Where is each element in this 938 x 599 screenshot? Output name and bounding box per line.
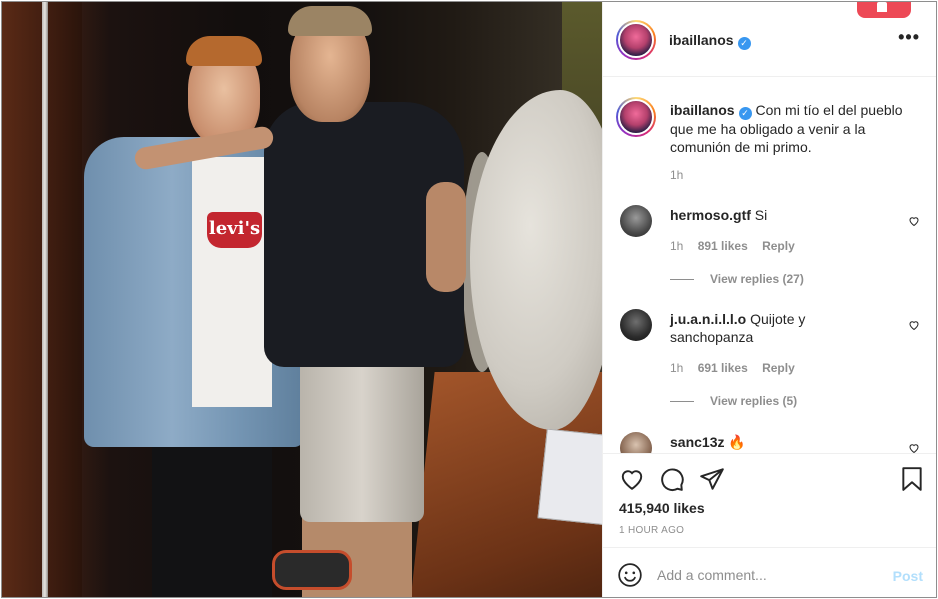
author-username-row[interactable]: ibaillanos ✓ xyxy=(669,32,751,50)
author-avatar[interactable] xyxy=(616,20,656,60)
post-modal: levi's ibaillanos ✓ ••• ibaillanos ✓ Con… xyxy=(1,1,937,598)
person-left-hair xyxy=(186,36,262,66)
comment-input[interactable] xyxy=(657,563,877,587)
replies-divider xyxy=(670,279,694,281)
commenter-avatar[interactable] xyxy=(620,432,652,453)
more-icon[interactable]: ••• xyxy=(898,27,920,48)
photo-door-frame xyxy=(42,2,48,597)
comment-body: j.u.a.n.i.l.l.o Quijote y sanchopanza xyxy=(670,310,890,346)
reply-button[interactable]: Reply xyxy=(762,239,795,253)
emoji-icon[interactable] xyxy=(617,562,643,588)
comment-meta: 1h 691 likes Reply xyxy=(670,361,806,375)
comment-username[interactable]: hermoso.gtf xyxy=(670,207,751,223)
caption-username[interactable]: ibaillanos xyxy=(670,102,735,118)
post-button[interactable]: Post xyxy=(893,568,923,584)
person-right-shoe xyxy=(272,550,352,590)
person-right-arm xyxy=(426,182,466,292)
post-timestamp[interactable]: 1 HOUR AGO xyxy=(619,525,684,536)
heart-icon[interactable] xyxy=(619,466,645,492)
comment-text: Si xyxy=(754,207,768,223)
view-replies-label: View replies (27) xyxy=(710,272,804,286)
heart-icon[interactable] xyxy=(908,319,920,331)
view-replies-button[interactable]: View replies (27) xyxy=(670,272,804,286)
comment-time[interactable]: 1h xyxy=(670,361,683,375)
comments-list[interactable]: ibaillanos ✓ Con mi tío el del pueblo que… xyxy=(603,77,936,453)
comment-body: hermoso.gtf Si xyxy=(670,206,890,224)
post-header: ibaillanos ✓ ••• xyxy=(603,2,936,77)
verified-badge-icon: ✓ xyxy=(737,37,751,50)
comment-icon[interactable] xyxy=(659,466,685,492)
comment-body: sanc13z 🔥 xyxy=(670,433,890,451)
commenter-avatar[interactable] xyxy=(620,205,652,237)
fire-emoji: 🔥 xyxy=(728,434,746,450)
person-right-shorts xyxy=(300,342,424,522)
post-actions: 415,940 likes 1 HOUR AGO xyxy=(603,453,936,547)
comment-meta: 1h 891 likes Reply xyxy=(670,239,806,253)
add-comment-bar: Post xyxy=(603,547,936,597)
reply-button[interactable]: Reply xyxy=(762,361,795,375)
caption-time[interactable]: 1h xyxy=(670,168,683,182)
heart-icon[interactable] xyxy=(908,442,920,453)
replies-divider xyxy=(670,401,694,403)
save-icon[interactable] xyxy=(899,466,925,492)
commenter-avatar[interactable] xyxy=(620,309,652,341)
author-username[interactable]: ibaillanos xyxy=(669,32,734,48)
verified-badge-icon: ✓ xyxy=(738,107,752,120)
comment-time[interactable]: 1h xyxy=(670,239,683,253)
caption-avatar[interactable] xyxy=(616,97,656,137)
heart-icon[interactable] xyxy=(908,215,920,227)
caption-text-block: ibaillanos ✓ Con mi tío el del pueblo que… xyxy=(670,101,926,156)
comment-likes[interactable]: 691 likes xyxy=(698,361,748,375)
shirt-logo: levi's xyxy=(207,212,262,248)
post-photo[interactable]: levi's xyxy=(2,2,602,597)
photo-card xyxy=(537,428,602,526)
likes-count[interactable]: 415,940 likes xyxy=(619,500,705,516)
share-icon[interactable] xyxy=(699,466,725,492)
view-replies-label: View replies (5) xyxy=(710,394,798,408)
post-sidebar: ibaillanos ✓ ••• ibaillanos ✓ Con mi tío e… xyxy=(602,2,936,597)
comment-username[interactable]: j.u.a.n.i.l.l.o xyxy=(670,311,746,327)
person-right-hair xyxy=(288,6,372,36)
comment-username[interactable]: sanc13z xyxy=(670,434,724,450)
person-left-tshirt xyxy=(192,157,272,407)
view-replies-button[interactable]: View replies (5) xyxy=(670,394,797,408)
notification-badge[interactable] xyxy=(857,2,911,18)
comment-likes[interactable]: 891 likes xyxy=(698,239,748,253)
